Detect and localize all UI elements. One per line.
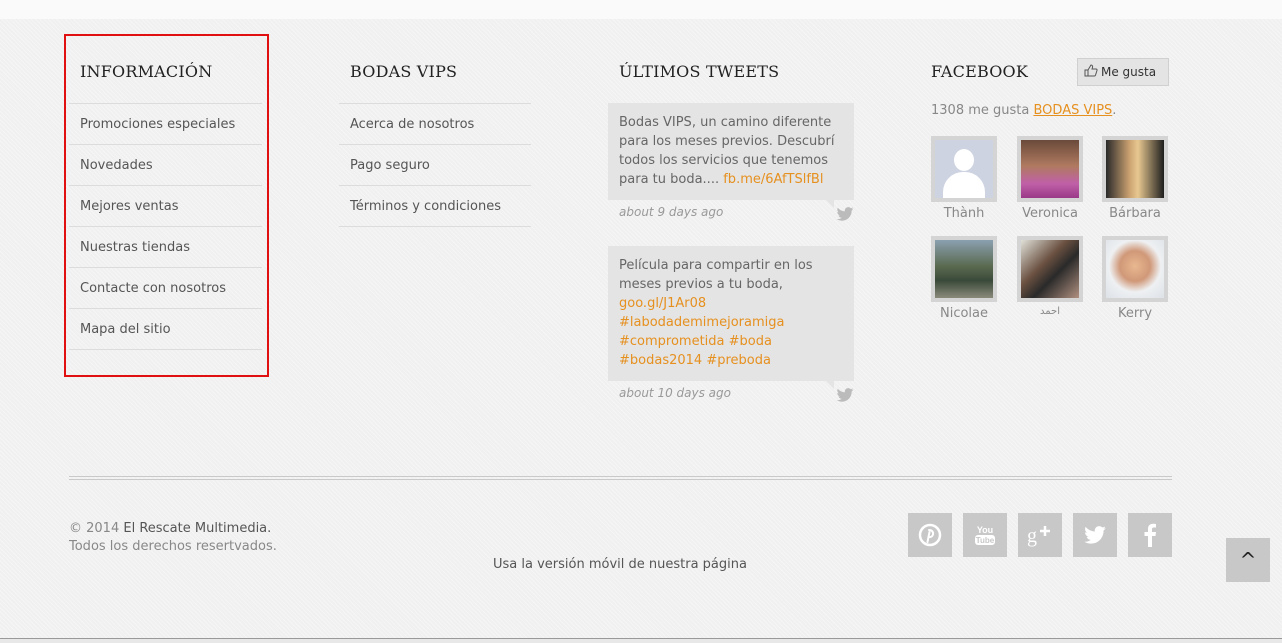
tweets-title: ÚLTIMOS TWEETS [619,62,780,81]
info-menu-item[interactable]: Contacte con nosotros [69,268,262,309]
bodas-menu-item[interactable]: Pago seguro [339,145,531,186]
top-strip [0,0,1282,19]
bodas-menu-item[interactable]: Términos y condiciones [339,186,531,227]
info-menu-item[interactable]: Mejores ventas [69,186,262,227]
fan-name: Nicolae [939,306,988,321]
like-button[interactable]: Me gusta [1077,58,1169,86]
thumbs-up-icon [1084,64,1098,77]
fan-name: Veronica [1022,206,1078,221]
bodas-menu-item[interactable]: Acerca de nosotros [339,104,531,145]
info-menu: Promociones especiales Novedades Mejores… [69,103,262,350]
like-count-text: 1308 me gusta [931,103,1030,118]
fan-card[interactable]: Kerry [1102,236,1168,321]
fan-card[interactable]: Veronica [1017,136,1083,221]
fan-name: احمد [1040,306,1060,317]
copyright: © 2014 El Rescate Multimedia. Todos los … [69,520,277,556]
bodas-title: BODAS VIPS [350,62,458,81]
tweet-link[interactable]: goo.gl/J1Ar08 [619,296,706,311]
info-menu-item[interactable]: Mapa del sitio [69,309,262,350]
tweet-hashtag[interactable]: #boda [729,334,772,349]
info-title: INFORMACIÓN [80,62,213,81]
pinterest-button[interactable] [908,513,952,557]
pinterest-icon [918,523,942,547]
footer-divider [69,479,1172,480]
tweet-time[interactable]: about 10 days ago [619,386,731,400]
youtube-icon: You Tube [975,525,995,545]
avatar [1102,236,1168,302]
bodas-menu: Acerca de nosotros Pago seguro Términos … [339,103,531,227]
rights-text: Todos los derechos resertvados. [69,539,277,554]
tweet-hashtag[interactable]: #preboda [706,353,771,368]
tweet-notch [826,381,834,389]
tweet-hashtag[interactable]: #labodademimejoramiga [619,315,784,330]
tweet-hashtag[interactable]: #comprometida [619,334,725,349]
info-menu-item[interactable]: Nuestras tiendas [69,227,262,268]
fan-card[interactable]: Thành [931,136,997,221]
svg-text:Tube: Tube [976,536,995,545]
copyright-year: © 2014 [69,521,120,536]
twitter-bird-icon [836,388,854,402]
avatar [931,136,997,202]
facebook-title: FACEBOOK [931,62,1029,81]
twitter-bird-icon [836,207,854,221]
svg-text:g: g [1027,525,1037,547]
google-plus-icon: g [1027,525,1050,547]
brand-link[interactable]: BODAS VIPS [1033,103,1112,118]
youtube-button[interactable]: You Tube [963,513,1007,557]
like-label: Me gusta [1101,65,1157,79]
info-menu-item[interactable]: Promociones especiales [69,104,262,145]
fan-card[interactable]: احمد [1017,236,1083,317]
tweet-time[interactable]: about 9 days ago [619,205,723,219]
avatar [1017,136,1083,202]
fan-name: Bárbara [1109,206,1161,221]
tweet-card: Bodas VIPS, un camino diferente para los… [608,103,854,208]
footer-divider [69,476,1172,477]
tweet-notch [826,200,834,208]
mobile-version-link[interactable]: Usa la versión móvil de nuestra página [0,557,1240,572]
svg-text:You: You [977,525,993,535]
google-plus-button[interactable]: g [1018,513,1062,557]
tweet-text: Película para compartir en los meses pre… [619,258,813,292]
avatar [931,236,997,302]
fan-name: Kerry [1117,306,1153,321]
fan-name: Thành [943,206,985,221]
back-to-top-button[interactable]: ^ [1226,538,1270,582]
owner-link[interactable]: El Rescate Multimedia. [123,521,271,536]
tweet-link[interactable]: fb.me/6AfTSlfBl [723,172,823,187]
bottom-edge [0,638,1282,643]
twitter-button[interactable] [1073,513,1117,557]
avatar [1017,236,1083,302]
fan-card[interactable]: Nicolae [931,236,997,321]
info-menu-item[interactable]: Novedades [69,145,262,186]
fan-card[interactable]: Bárbara [1102,136,1168,221]
twitter-icon [1084,526,1106,544]
like-count: 1308 me gusta BODAS VIPS. [931,103,1117,118]
facebook-button[interactable] [1128,513,1172,557]
tweet-card: Película para compartir en los meses pre… [608,246,854,389]
facebook-icon [1144,523,1156,547]
tweet-hashtag[interactable]: #bodas2014 [619,353,702,368]
avatar [1102,136,1168,202]
